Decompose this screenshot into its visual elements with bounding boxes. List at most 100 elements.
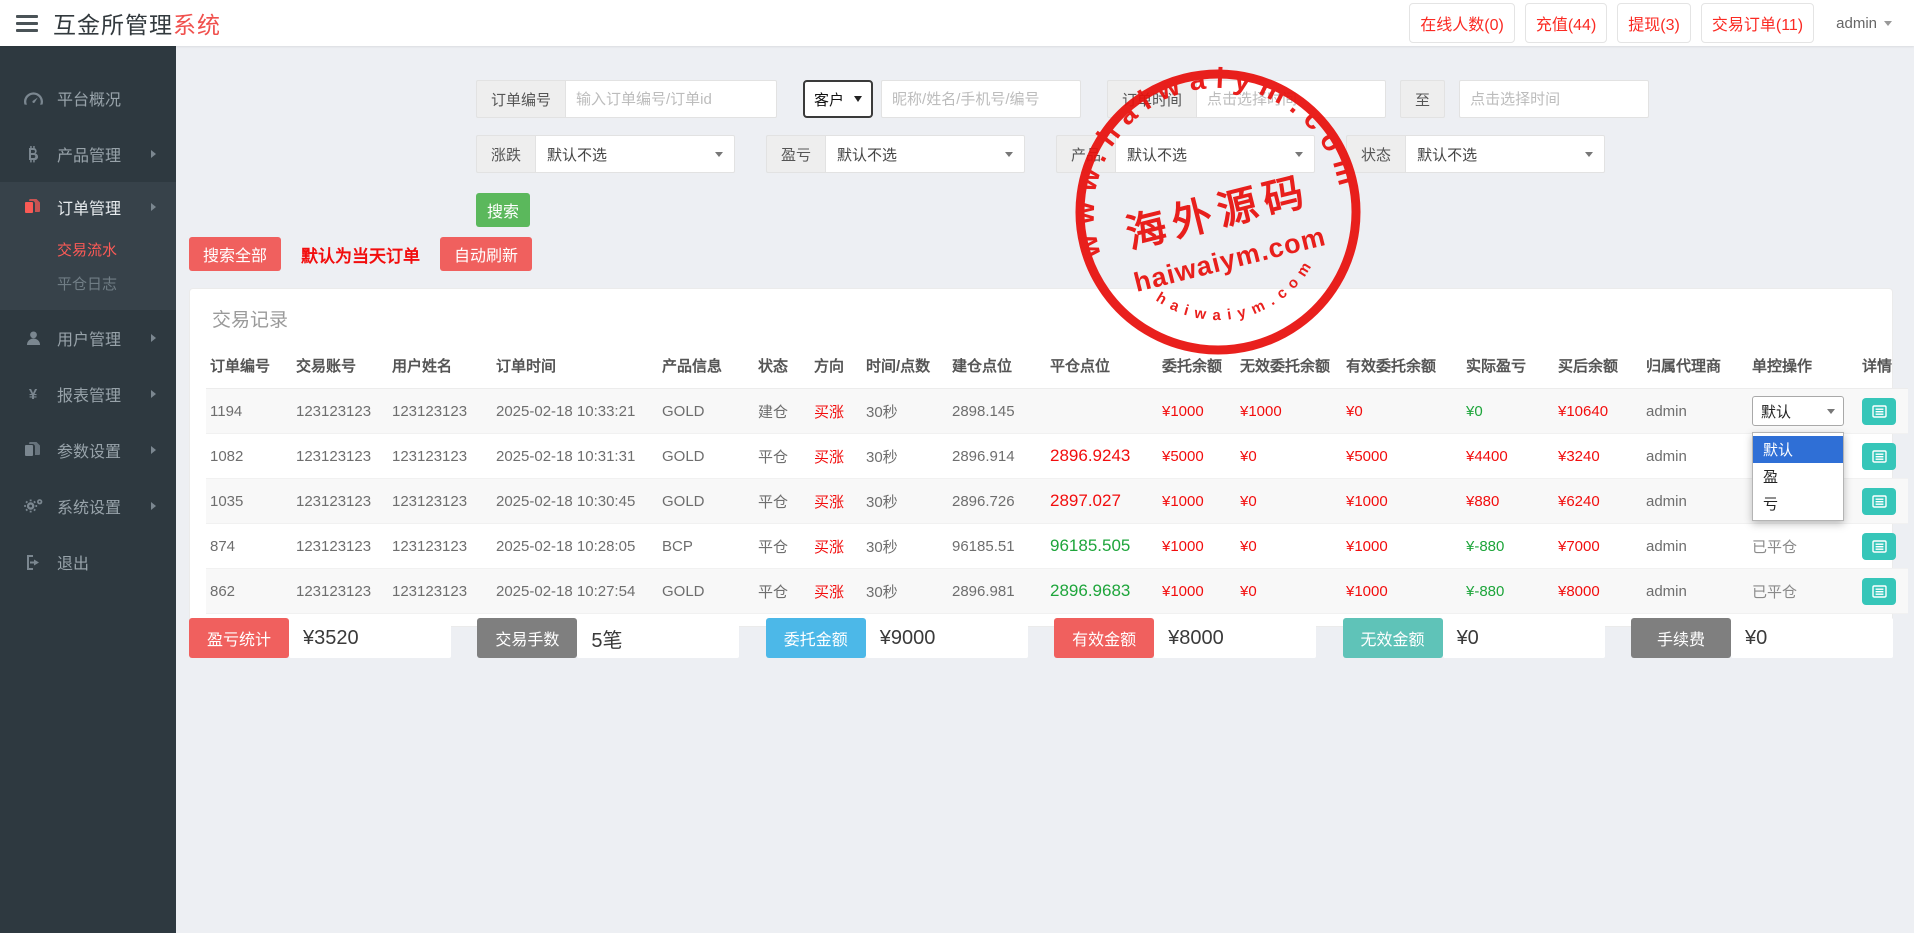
detail-button[interactable] [1862,488,1896,515]
sidebar-item-logout[interactable]: 退出 [0,534,176,590]
dropdown-option-0[interactable]: 默认 [1753,436,1843,463]
table-body: 11941231231231231231232025-02-18 10:33:2… [206,389,1908,614]
detail-button[interactable] [1862,398,1896,425]
control-select[interactable]: 默认 [1752,396,1844,426]
filter-select-label: 盈亏 [766,135,825,173]
order-time-label: 订单时间 [1107,80,1196,118]
filter-select-group-2: 产品默认不选 [1056,135,1315,173]
table-cell: admin [1642,479,1748,524]
table-cell: 123123123 [292,524,388,569]
header-badge-3[interactable]: 交易订单(11) [1701,3,1814,43]
column-header: 订单时间 [492,345,658,389]
auto-refresh-button[interactable]: 自动刷新 [440,237,532,271]
order-no-input[interactable] [565,80,777,118]
header-badge-2[interactable]: 提现(3) [1617,3,1691,43]
report-icon: ¥ [22,386,44,402]
sidebar-subitem-close-log[interactable]: 平仓日志 [0,266,176,300]
order-no-label: 订单编号 [476,80,565,118]
order-icon [22,199,44,215]
dropdown-option-2[interactable]: 亏 [1753,490,1843,517]
table-cell: 2025-02-18 10:31:31 [492,434,658,479]
sidebar-subitem-trade-flow[interactable]: 交易流水 [0,232,176,266]
table-cell: ¥1000 [1158,569,1236,614]
table-cell: admin [1642,524,1748,569]
time-to-input[interactable] [1459,80,1649,118]
summary-stat-2: 委托金额¥9000 [766,618,1028,658]
table-cell: ¥3240 [1554,434,1642,479]
summary-stat-label: 委托金额 [766,618,866,658]
summary-stat-label: 手续费 [1631,618,1731,658]
table-row: 8741231231231231231232025-02-18 10:28:05… [206,524,1908,569]
dashboard-icon [22,92,44,105]
table-cell: ¥6240 [1554,479,1642,524]
chevron-down-icon [1005,152,1013,157]
table-cell: 123123123 [388,524,492,569]
sidebar-item-users[interactable]: 用户管理 [0,310,176,366]
detail-button[interactable] [1862,443,1896,470]
trade-table: 订单编号交易账号用户姓名订单时间产品信息状态方向时间/点数建仓点位平仓点位委托余… [206,345,1908,614]
sidebar-item-label: 订单管理 [57,195,121,219]
table-cell: 1082 [206,434,292,479]
header-badge-0[interactable]: 在线人数(0) [1409,3,1515,43]
settings-icon [22,498,44,514]
table-cell: 30秒 [862,389,948,434]
table-cell: ¥0 [1342,389,1462,434]
sidebar-item-products[interactable]: 产品管理 [0,126,176,182]
summary-stat-1: 交易手数5笔 [477,618,739,658]
filter-select-label: 产品 [1056,135,1115,173]
summary-stat-0: 盈亏统计¥3520 [189,618,451,658]
summary-stat-value: ¥9000 [866,618,1028,658]
column-header: 产品信息 [658,345,754,389]
detail-icon [1872,495,1887,508]
sidebar-item-reports[interactable]: ¥报表管理 [0,366,176,422]
column-header: 平仓点位 [1046,345,1158,389]
summary-stat-5: 手续费¥0 [1631,618,1893,658]
filter-row-2: 涨跌默认不选盈亏默认不选产品默认不选状态默认不选 [476,135,1605,173]
column-header: 无效委托余额 [1236,345,1342,389]
table-cell: ¥0 [1236,569,1342,614]
table-cell: 2896.9243 [1046,434,1158,479]
table-cell: 874 [206,524,292,569]
table-cell: GOLD [658,569,754,614]
detail-cell [1858,434,1908,479]
filter-row-1: 订单编号 客户 订单时间 至 [476,80,1649,118]
sidebar-item-orders[interactable]: 订单管理 [0,182,176,232]
admin-menu[interactable]: admin [1830,9,1898,38]
sidebar-item-params[interactable]: 参数设置 [0,422,176,478]
filter-select-label: 涨跌 [476,135,535,173]
table-cell: 买涨 [810,434,862,479]
table-cell: ¥0 [1462,389,1554,434]
action-row: 搜索全部 默认为当天订单 自动刷新 [189,237,532,271]
sidebar-menu: 平台概况产品管理订单管理交易流水平仓日志用户管理¥报表管理参数设置系统设置退出 [0,70,176,590]
table-cell: 平仓 [754,524,810,569]
table-cell: 123123123 [292,389,388,434]
sidebar-item-dashboard[interactable]: 平台概况 [0,70,176,126]
summary-stat-value: 5笔 [577,618,739,658]
filter-select-1[interactable]: 默认不选 [825,135,1025,173]
table-row: 11941231231231231231232025-02-18 10:33:2… [206,389,1908,434]
sidebar-item-system[interactable]: 系统设置 [0,478,176,534]
hamburger-menu-icon[interactable] [16,15,38,32]
customer-input[interactable] [881,80,1081,118]
product-icon [22,146,44,163]
time-to-label: 至 [1400,80,1445,118]
table-cell: ¥5000 [1158,434,1236,479]
detail-cell [1858,389,1908,434]
table-cell: 2025-02-18 10:28:05 [492,524,658,569]
search-all-button[interactable]: 搜索全部 [189,237,281,271]
dropdown-option-1[interactable]: 盈 [1753,463,1843,490]
table-cell: 平仓 [754,434,810,479]
header-badge-1[interactable]: 充值(44) [1525,3,1607,43]
detail-button[interactable] [1862,578,1896,605]
table-cell: ¥1000 [1158,389,1236,434]
column-header: 时间/点数 [862,345,948,389]
filter-select-2[interactable]: 默认不选 [1115,135,1315,173]
filter-select-3[interactable]: 默认不选 [1405,135,1605,173]
detail-cell [1858,569,1908,614]
search-button[interactable]: 搜索 [476,193,530,227]
filter-select-0[interactable]: 默认不选 [535,135,735,173]
customer-type-select[interactable]: 客户 [803,80,873,118]
time-from-input[interactable] [1196,80,1386,118]
chevron-down-icon [1827,409,1835,414]
detail-button[interactable] [1862,533,1896,560]
